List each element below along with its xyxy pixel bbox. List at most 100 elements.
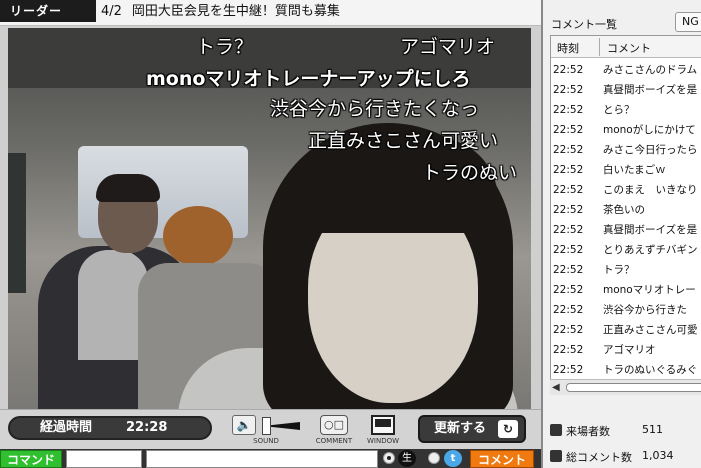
comment-row[interactable]: 22:52 みさこさんのドラム xyxy=(551,60,701,80)
comment-label: COMMENT xyxy=(315,437,353,445)
sound-label: SOUND xyxy=(253,437,279,445)
row-comment: 茶色いの xyxy=(603,204,645,216)
total-comment-count: 総コメント数 1,034 xyxy=(550,446,700,468)
comment-panel: コメント一覧 NG 時刻 コメント 22:52 みさこさんのドラム 22:52 真昼… xyxy=(541,0,701,468)
broadcast-notice[interactable]: 4/2 岡田大臣会見を生中継！質問も募集 xyxy=(101,2,535,22)
row-comment: 真昼間ボーイズを是 xyxy=(603,224,698,236)
twitter-icon: t xyxy=(444,450,462,467)
comment-row[interactable]: 22:52 白いたまごｗ xyxy=(551,160,701,180)
notice-text: 岡田大臣会見を生中継！質問も募集 xyxy=(131,4,340,19)
sound-control: 🔈 SOUND xyxy=(232,413,302,447)
speaker-icon[interactable]: 🔈 xyxy=(232,415,256,435)
comment-rows: 22:52 みさこさんのドラム 22:52 真昼間ボーイズを是 22:52 とら？ 2… xyxy=(551,60,701,380)
row-comment: みさこ今日行ったら xyxy=(603,144,698,156)
row-time: 22:52 xyxy=(553,144,584,156)
horizontal-scrollbar[interactable]: ◀ xyxy=(550,379,701,395)
window-label: WINDOW xyxy=(366,437,400,445)
elapsed-label: 経過時間 xyxy=(40,420,93,435)
scroll-left-arrow-icon[interactable]: ◀ xyxy=(552,382,560,393)
command-button[interactable]: コマンド xyxy=(0,450,62,468)
control-bar: 経過時間 22:28 🔈 SOUND ○□ COMMENT WINDOW 更新す… xyxy=(0,409,541,449)
submit-comment-button[interactable]: コメント xyxy=(470,450,534,468)
row-comment: monoがしにかけて xyxy=(603,124,696,136)
column-header-comment[interactable]: コメント xyxy=(607,40,651,56)
overlay-comment: 渋谷今から行きたくなっ xyxy=(270,98,480,120)
row-comment: とりあえずチバギン xyxy=(603,244,698,256)
row-time: 22:52 xyxy=(553,264,584,276)
comment-input[interactable] xyxy=(146,450,378,468)
scrollbar-thumb[interactable] xyxy=(566,383,701,392)
list-header: 時刻 コメント xyxy=(551,36,701,58)
ng-button[interactable]: NG xyxy=(675,12,701,32)
column-header-time[interactable]: 時刻 xyxy=(557,40,579,56)
video-area[interactable]: トラ？ アゴマリオ monoマリオトレーナーアップにしろ 渋谷今から行きたくなっ… xyxy=(8,28,531,409)
row-comment: トラのぬいぐるみぐ xyxy=(603,364,698,376)
comment-bubble-icon: ○□ xyxy=(320,415,348,435)
row-comment: 正直みさこさん可愛 xyxy=(603,324,698,336)
notice-number: 4/2 xyxy=(101,4,122,19)
row-time: 22:52 xyxy=(553,364,584,376)
comments-icon xyxy=(550,450,562,462)
car-pillar xyxy=(8,153,26,293)
overlay-comment: トラのぬい xyxy=(422,162,518,184)
refresh-button[interactable]: 更新する ↻ xyxy=(418,415,526,443)
row-comment: 白いたまごｗ xyxy=(603,164,666,176)
row-time: 22:52 xyxy=(553,164,584,176)
comment-row[interactable]: 22:52 みさこ今日行ったら xyxy=(551,140,701,160)
row-time: 22:52 xyxy=(553,204,584,216)
comment-row[interactable]: 22:52 このまえ いきなり xyxy=(551,180,701,200)
comment-row[interactable]: 22:52 とら？ xyxy=(551,100,701,120)
total-comment-value: 1,034 xyxy=(642,449,674,462)
visitor-count-value: 511 xyxy=(642,423,663,436)
elapsed-time-value: 22:28 xyxy=(126,420,168,435)
window-toggle[interactable]: WINDOW xyxy=(365,413,401,447)
volume-slider[interactable] xyxy=(262,417,300,435)
comment-row[interactable]: 22:52 渋谷今から行きた xyxy=(551,300,701,320)
overlay-comment: monoマリオトレーナーアップにしろ xyxy=(146,68,471,90)
comment-row[interactable]: 22:52 トラ？ xyxy=(551,260,701,280)
row-comment: アゴマリオ xyxy=(603,344,656,356)
column-divider[interactable] xyxy=(599,38,600,56)
player: リーダー 4/2 岡田大臣会見を生中継！質問も募集 トラ？ アゴマリオ monoマ… xyxy=(0,0,541,468)
volume-track xyxy=(270,422,300,430)
total-comment-label: 総コメント数 xyxy=(566,451,632,464)
panel-title: コメント一覧 xyxy=(551,18,617,31)
comment-list[interactable]: 時刻 コメント 22:52 みさこさんのドラム 22:52 真昼間ボーイズを是 22… xyxy=(550,35,701,395)
volume-knob[interactable] xyxy=(262,417,271,435)
person-left-hair xyxy=(96,174,160,202)
comment-row[interactable]: 22:52 真昼間ボーイズを是 xyxy=(551,220,701,240)
comment-row[interactable]: 22:52 アゴマリオ xyxy=(551,340,701,360)
comment-row[interactable]: 22:52 正直みさこさん可愛 xyxy=(551,320,701,340)
overlay-comment: 正直みさこさん可愛い xyxy=(308,130,499,152)
comment-row[interactable]: 22:52 真昼間ボーイズを是 xyxy=(551,80,701,100)
comment-row[interactable]: 22:52 トラのぬいぐるみぐ xyxy=(551,360,701,380)
stats: 来場者数 511 総コメント数 1,034 xyxy=(550,420,700,468)
row-time: 22:52 xyxy=(553,244,584,256)
comment-input-bar: コマンド 生 t コメント xyxy=(0,449,541,468)
row-time: 22:52 xyxy=(553,324,584,336)
row-comment: monoマリオトレー xyxy=(603,284,696,296)
twitter-radio[interactable] xyxy=(428,452,440,464)
comment-row[interactable]: 22:52 monoマリオトレー xyxy=(551,280,701,300)
top-bar: リーダー 4/2 岡田大臣会見を生中継！質問も募集 xyxy=(0,0,541,26)
comment-row[interactable]: 22:52 茶色いの xyxy=(551,200,701,220)
live-icon: 生 xyxy=(398,450,416,467)
visitors-icon xyxy=(550,424,562,436)
comment-toggle[interactable]: ○□ COMMENT xyxy=(312,413,356,447)
refresh-label: 更新する xyxy=(434,421,487,436)
command-input[interactable] xyxy=(66,450,142,468)
comment-row[interactable]: 22:52 monoがしにかけて xyxy=(551,120,701,140)
row-comment: このまえ いきなり xyxy=(603,184,698,196)
row-time: 22:52 xyxy=(553,344,584,356)
leader-label: リーダー xyxy=(0,0,96,22)
row-time: 22:52 xyxy=(553,64,584,76)
row-time: 22:52 xyxy=(553,84,584,96)
row-time: 22:52 xyxy=(553,184,584,196)
live-radio[interactable] xyxy=(383,452,395,464)
window-icon xyxy=(371,415,395,435)
refresh-icon: ↻ xyxy=(498,420,518,438)
row-time: 22:52 xyxy=(553,124,584,136)
comment-row[interactable]: 22:52 とりあえずチバギン xyxy=(551,240,701,260)
elapsed-time-display: 経過時間 22:28 xyxy=(8,416,212,440)
overlay-comment: アゴマリオ xyxy=(400,36,496,58)
